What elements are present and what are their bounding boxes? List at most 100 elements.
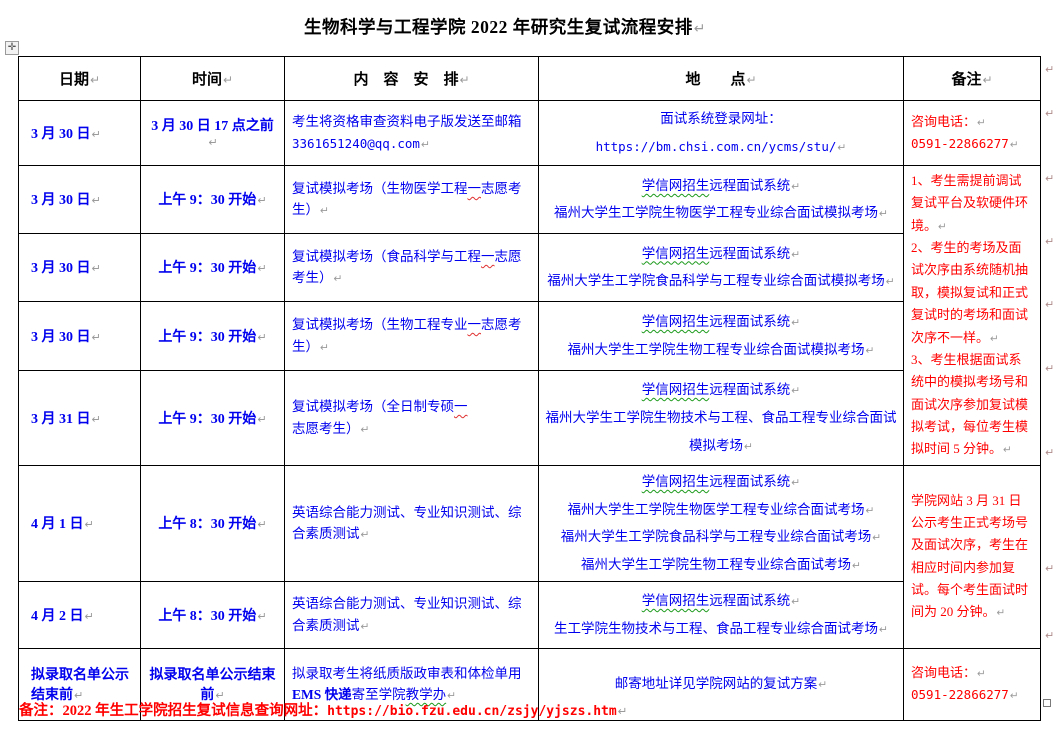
date-cell: 3 月 30 日↵ xyxy=(19,301,141,370)
column-header-label: 时间 xyxy=(192,72,222,88)
paragraph: 上午 9：30 开始↵ xyxy=(147,326,278,346)
pilcrow-mark: ↵ xyxy=(617,704,628,718)
pilcrow-mark: ↵ xyxy=(693,21,706,37)
row-end-mark: ↵ xyxy=(1045,446,1054,459)
pilcrow-mark: ↵ xyxy=(91,413,101,426)
text-segment: 远程面试系统 xyxy=(709,382,790,397)
text-segment: 1、考生需提前调试复试平台及软硬件环境。 xyxy=(911,173,1028,233)
text-segment: 生工学院生物技术与工程、食品工程专业综合面试考场 xyxy=(554,621,878,636)
text-segment: 2、考生的考场及面试次序由系统随机抽取，模拟复试和正式复试时的考场和面试次序不一… xyxy=(911,240,1028,344)
text-segment: https://bm.chsi.com.cn/ycms/stu/ xyxy=(596,139,837,154)
pilcrow-mark: ↵ xyxy=(458,73,469,87)
page-title: 生物科学与工程学院 2022 年研究生复试流程安排↵ xyxy=(0,14,1010,39)
pilcrow-mark: ↵ xyxy=(91,262,101,275)
text-segment: 拟录取名单公示结束前 xyxy=(150,668,276,703)
paragraph: 3 月 30 日↵ xyxy=(31,123,136,143)
paragraph: 学信网招生远程面试系统↵ xyxy=(544,240,898,268)
paragraph: 4 月 2 日↵ xyxy=(31,605,136,625)
page-title-text: 生物科学与工程学院 2022 年研究生复试流程安排 xyxy=(304,17,693,37)
pilcrow-mark: ↵ xyxy=(84,518,94,531)
text-segment: 英语综合能力测试、专业知识测试、综合素质测试 xyxy=(292,505,522,542)
date-cell: 4 月 1 日↵ xyxy=(19,465,141,581)
paragraph: 福州大学生工学院生物工程专业综合面试考场↵ xyxy=(544,551,898,579)
paragraph: 3、考生根据面试系统中的模拟考场号和面试次序参加复试模拟考试，每位考生模拟时间 … xyxy=(911,349,1033,461)
text-segment: 学院网站 3 月 31 日公示考生正式考场号及面试次序，考生在相应时间内参加复试… xyxy=(911,493,1028,620)
paragraph: 复试模拟考场（生物工程专业一志愿考生）↵ xyxy=(292,314,531,357)
text-segment: 上午 9：30 开始 xyxy=(158,412,256,427)
pilcrow-mark: ↵ xyxy=(333,272,343,285)
paragraph: 复试模拟考场（食品科学与工程一志愿考生）↵ xyxy=(292,246,531,289)
pilcrow-mark: ↵ xyxy=(89,73,100,87)
pilcrow-mark: ↵ xyxy=(360,528,370,541)
row-end-mark: ↵ xyxy=(1045,562,1054,575)
text-segment: 远程面试系统 xyxy=(709,246,790,261)
text-segment: 上午 9：30 开始 xyxy=(158,261,256,276)
table-move-handle[interactable]: ✛ xyxy=(5,41,19,55)
text-segment: 咨询电话： xyxy=(911,114,976,129)
pilcrow-mark: ↵ xyxy=(743,440,753,453)
paragraph: 学信网招生远程面试系统↵ xyxy=(544,468,898,496)
paragraph: 复试模拟考场（生物医学工程一志愿考生）↵ xyxy=(292,178,531,221)
pilcrow-mark: ↵ xyxy=(790,476,800,489)
paragraph: 学信网招生远程面试系统↵ xyxy=(544,308,898,336)
content-cell: 复试模拟考场（生物医学工程一志愿考生）↵ xyxy=(285,166,539,234)
text-segment: 3 月 30 日 xyxy=(31,330,91,345)
paragraph: 上午 8：30 开始↵ xyxy=(147,513,278,533)
paragraph: 3 月 31 日↵ xyxy=(31,408,136,428)
text-segment: 远程面试系统 xyxy=(709,593,790,608)
pilcrow-mark: ↵ xyxy=(790,316,800,329)
footer-note: 备注：2022 年生工学院招生复试信息查询网址：https://bio.fzu.… xyxy=(19,699,1049,720)
location-cell: 学信网招生远程面试系统↵ 生工学院生物技术与工程、食品工程专业综合面试考场 ↵ xyxy=(539,581,904,648)
text-segment: 上午 8：30 开始 xyxy=(158,517,256,532)
paragraph: 福州大学生工学院食品科学与工程专业综合面试模拟考场↵ xyxy=(544,267,898,295)
text-segment: 咨询电话： xyxy=(911,665,976,680)
row-end-mark: ↵ xyxy=(1045,362,1054,375)
paragraph: 学信网招生远程面试系统↵ xyxy=(544,172,898,200)
time-cell: 3 月 30 日 17 点之前↵ xyxy=(141,101,285,166)
paragraph: 英语综合能力测试、专业知识测试、综合素质测试↵ xyxy=(292,593,531,636)
text-segment: 3 月 30 日 17 点之前 xyxy=(151,119,274,134)
text-segment: 福州大学生工学院生物医学工程专业综合面试考场 xyxy=(567,502,864,517)
pilcrow-mark: ↵ xyxy=(864,344,874,357)
paragraph: 考生将资格审查资料电子版发送至邮箱3361651240@qq.com↵ xyxy=(292,111,531,154)
row-end-mark: ↵ xyxy=(1045,107,1054,120)
content-cell: 复试模拟考场（食品科学与工程一志愿考生）↵ xyxy=(285,233,539,301)
table-row: 3 月 31 日↵上午 9：30 开始↵复试模拟考场（全日制专硕一志愿考生）↵学… xyxy=(19,370,1041,465)
pilcrow-mark: ↵ xyxy=(1009,139,1019,151)
pilcrow-mark: ↵ xyxy=(790,384,800,397)
pilcrow-mark: ↵ xyxy=(976,117,986,129)
pilcrow-mark: ↵ xyxy=(256,518,266,531)
paragraph: 学信网招生远程面试系统↵ xyxy=(544,587,898,615)
paragraph: 邮寄地址详见学院网站的复试方案↵ xyxy=(544,670,898,698)
paragraph: 福州大学生工学院生物医学工程专业综合面试考场↵ xyxy=(544,496,898,524)
pilcrow-mark: ↵ xyxy=(360,423,370,436)
time-cell: 上午 9：30 开始↵ xyxy=(141,301,285,370)
text-segment: 一 xyxy=(468,317,482,332)
paragraph: 福州大学生工学院食品科学与工程专业综合面试考场↵ xyxy=(544,523,898,551)
table-row: 3 月 30 日↵上午 9：30 开始↵复试模拟考场（食品科学与工程一志愿考生）… xyxy=(19,233,1041,301)
pilcrow-mark: ↵ xyxy=(222,73,233,87)
text-segment: 学信网招生 xyxy=(642,178,710,193)
paragraph: 学信网招生远程面试系统↵ xyxy=(544,376,898,404)
column-header: 地 点↵ xyxy=(539,57,904,101)
column-header-label: 地 点 xyxy=(685,72,745,88)
pilcrow-mark: ↵ xyxy=(937,221,947,233)
text-segment: 面试系统登录网址： xyxy=(660,111,782,126)
schedule-table: 日期↵时间↵内 容 安 排↵地 点↵备注↵ 3 月 30 日↵3 月 30 日 … xyxy=(18,56,1041,721)
text-segment: 上午 9：30 开始 xyxy=(158,193,256,208)
pilcrow-mark: ↵ xyxy=(790,248,800,261)
pilcrow-mark: ↵ xyxy=(790,595,800,608)
location-cell: 学信网招生远程面试系统↵福州大学生工学院生物工程专业综合面试模拟考场↵ xyxy=(539,301,904,370)
text-segment: 复试模拟考场（全日制专硕 xyxy=(292,399,454,414)
paragraph: 4 月 1 日↵ xyxy=(31,513,136,533)
location-cell: 学信网招生远程面试系统↵福州大学生工学院生物医学工程专业综合面试模拟考场↵ xyxy=(539,166,904,234)
date-cell: 3 月 30 日↵ xyxy=(19,233,141,301)
pilcrow-mark: ↵ xyxy=(319,204,329,217)
table-row: 3 月 30 日↵上午 9：30 开始↵复试模拟考场（生物医学工程一志愿考生）↵… xyxy=(19,166,1041,234)
pilcrow-mark: ↵ xyxy=(851,559,861,572)
text-segment: 3 月 31 日 xyxy=(31,412,91,427)
date-cell: 4 月 2 日↵ xyxy=(19,581,141,648)
paragraph: 复试模拟考场（全日制专硕一志愿考生）↵ xyxy=(292,396,531,439)
paragraph: 上午 9：30 开始↵ xyxy=(147,257,278,277)
location-cell: 学信网招生远程面试系统↵福州大学生工学院生物医学工程专业综合面试考场↵福州大学生… xyxy=(539,465,904,581)
